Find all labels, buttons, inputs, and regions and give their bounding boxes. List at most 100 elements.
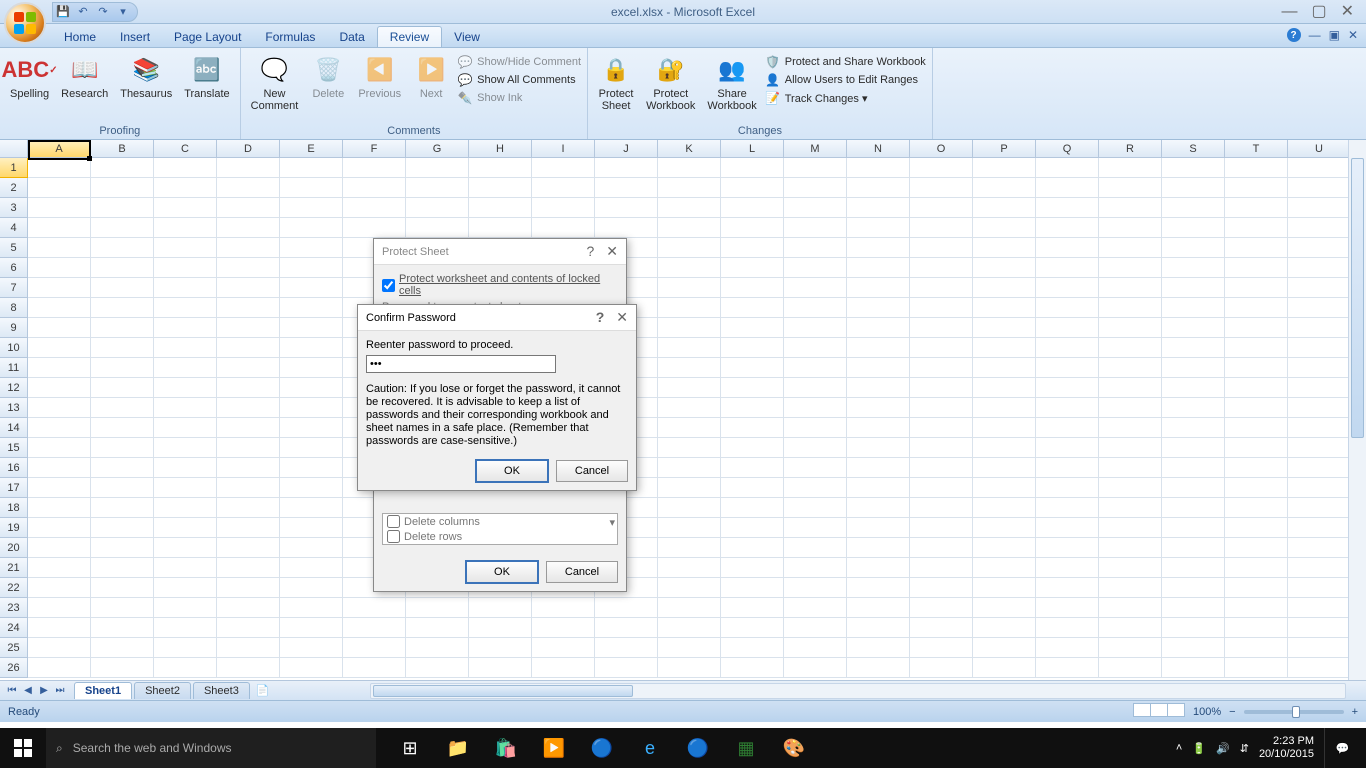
row-header[interactable]: 22 bbox=[0, 578, 28, 598]
cell[interactable] bbox=[910, 418, 973, 438]
cell[interactable] bbox=[1225, 538, 1288, 558]
cell[interactable] bbox=[973, 578, 1036, 598]
cell[interactable] bbox=[784, 458, 847, 478]
column-header[interactable]: P bbox=[973, 140, 1036, 157]
cell[interactable] bbox=[1162, 558, 1225, 578]
cell[interactable] bbox=[280, 378, 343, 398]
column-header[interactable]: N bbox=[847, 140, 910, 157]
cell[interactable] bbox=[973, 598, 1036, 618]
cell[interactable] bbox=[721, 458, 784, 478]
cell[interactable] bbox=[91, 198, 154, 218]
scrollbar-thumb[interactable] bbox=[1351, 158, 1364, 438]
cell[interactable] bbox=[343, 658, 406, 678]
cell[interactable] bbox=[910, 638, 973, 658]
cell[interactable] bbox=[973, 618, 1036, 638]
row-header[interactable]: 7 bbox=[0, 278, 28, 298]
cell[interactable] bbox=[973, 318, 1036, 338]
cell[interactable] bbox=[1162, 258, 1225, 278]
cell[interactable] bbox=[406, 218, 469, 238]
cell[interactable] bbox=[91, 578, 154, 598]
cell[interactable] bbox=[721, 498, 784, 518]
cell[interactable] bbox=[1036, 518, 1099, 538]
protect-and-share-button[interactable]: 🛡️Protect and Share Workbook bbox=[765, 54, 926, 70]
cell[interactable] bbox=[658, 578, 721, 598]
cell[interactable] bbox=[1099, 358, 1162, 378]
cell[interactable] bbox=[721, 198, 784, 218]
cell[interactable] bbox=[910, 338, 973, 358]
cell[interactable] bbox=[154, 638, 217, 658]
column-header[interactable]: B bbox=[91, 140, 154, 157]
cell[interactable] bbox=[154, 598, 217, 618]
row-header[interactable]: 16 bbox=[0, 458, 28, 478]
cell[interactable] bbox=[1288, 638, 1351, 658]
cell[interactable] bbox=[973, 558, 1036, 578]
cell[interactable] bbox=[1036, 418, 1099, 438]
cell[interactable] bbox=[1162, 198, 1225, 218]
cell[interactable] bbox=[721, 398, 784, 418]
cell[interactable] bbox=[784, 198, 847, 218]
cell[interactable] bbox=[784, 278, 847, 298]
cell[interactable] bbox=[1036, 458, 1099, 478]
cell[interactable] bbox=[154, 258, 217, 278]
row-header[interactable]: 12 bbox=[0, 378, 28, 398]
cell[interactable] bbox=[1099, 458, 1162, 478]
cell[interactable] bbox=[1288, 538, 1351, 558]
cell[interactable] bbox=[910, 358, 973, 378]
cell[interactable] bbox=[28, 178, 91, 198]
cell[interactable] bbox=[1225, 458, 1288, 478]
cell[interactable] bbox=[1099, 378, 1162, 398]
cell[interactable] bbox=[91, 538, 154, 558]
cell[interactable] bbox=[784, 518, 847, 538]
protect-sheet-button[interactable]: 🔒Protect Sheet bbox=[594, 52, 638, 114]
cell[interactable] bbox=[1288, 458, 1351, 478]
cell[interactable] bbox=[217, 338, 280, 358]
cell[interactable] bbox=[1099, 218, 1162, 238]
cell[interactable] bbox=[721, 278, 784, 298]
cell[interactable] bbox=[658, 418, 721, 438]
cell[interactable] bbox=[784, 178, 847, 198]
cell[interactable] bbox=[532, 598, 595, 618]
cell[interactable] bbox=[154, 398, 217, 418]
cell[interactable] bbox=[658, 478, 721, 498]
cell[interactable] bbox=[784, 238, 847, 258]
cell[interactable] bbox=[973, 298, 1036, 318]
cell[interactable] bbox=[847, 598, 910, 618]
start-button[interactable] bbox=[0, 728, 46, 768]
cell[interactable] bbox=[28, 578, 91, 598]
cell[interactable] bbox=[847, 498, 910, 518]
cell[interactable] bbox=[1036, 538, 1099, 558]
cell[interactable] bbox=[658, 558, 721, 578]
cell[interactable] bbox=[91, 498, 154, 518]
cell[interactable] bbox=[217, 498, 280, 518]
minimize-icon[interactable]: — bbox=[1281, 5, 1297, 19]
cell[interactable] bbox=[1099, 178, 1162, 198]
cell[interactable] bbox=[910, 538, 973, 558]
cell[interactable] bbox=[91, 418, 154, 438]
cell[interactable] bbox=[910, 478, 973, 498]
cell[interactable] bbox=[28, 538, 91, 558]
cell[interactable] bbox=[658, 318, 721, 338]
cell[interactable] bbox=[1162, 518, 1225, 538]
row-header[interactable]: 26 bbox=[0, 658, 28, 678]
cell[interactable] bbox=[217, 518, 280, 538]
row-header[interactable]: 13 bbox=[0, 398, 28, 418]
cell[interactable] bbox=[847, 478, 910, 498]
cell[interactable] bbox=[1225, 338, 1288, 358]
cell[interactable] bbox=[91, 558, 154, 578]
cell[interactable] bbox=[406, 178, 469, 198]
cell[interactable] bbox=[154, 298, 217, 318]
cell[interactable] bbox=[91, 238, 154, 258]
cell[interactable] bbox=[721, 538, 784, 558]
cell[interactable] bbox=[1288, 278, 1351, 298]
cell[interactable] bbox=[217, 378, 280, 398]
cell[interactable] bbox=[721, 638, 784, 658]
cell[interactable] bbox=[1225, 638, 1288, 658]
cell[interactable] bbox=[91, 298, 154, 318]
cell[interactable] bbox=[847, 218, 910, 238]
cell[interactable] bbox=[847, 198, 910, 218]
cell[interactable] bbox=[91, 158, 154, 178]
horizontal-scrollbar[interactable] bbox=[370, 683, 1346, 699]
cell[interactable] bbox=[280, 498, 343, 518]
last-sheet-icon[interactable]: ⏭ bbox=[52, 685, 68, 696]
dialog-titlebar[interactable]: Protect Sheet ?✕ bbox=[374, 239, 626, 265]
